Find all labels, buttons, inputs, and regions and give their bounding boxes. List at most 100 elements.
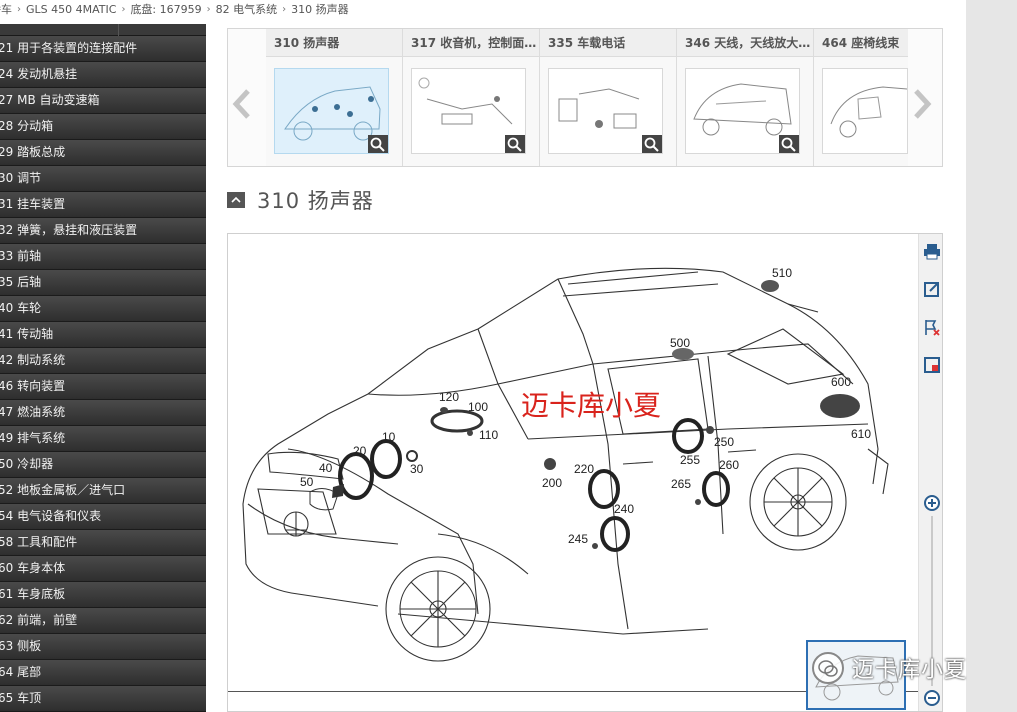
section-title: 310 扬声器 [257,189,374,213]
diagram-carousel: 310 扬声器 317 收音机，控制面… 335 车载电话 346 天线，天线放… [227,28,943,167]
callout-label[interactable]: 600 [831,375,851,389]
callout-label[interactable]: 500 [670,336,690,350]
carousel-thumb[interactable]: 335 车载电话 [540,29,677,166]
breadcrumb-current: 310 扬声器 [291,3,349,16]
sidebar-item[interactable]: 54 电气设备和仪表 [0,504,206,530]
sidebar-item[interactable]: 41 传动轴 [0,322,206,348]
sidebar-item[interactable]: 31 挂车装置 [0,192,206,218]
magnify-icon[interactable] [642,135,662,153]
chevron-right-icon: › [121,3,126,15]
callout-label[interactable]: 110 [479,428,498,442]
wechat-logo-icon [812,652,844,684]
vehicle-outline [242,267,889,662]
sidebar-item[interactable]: 30 调节 [0,166,206,192]
breadcrumb-item[interactable]: 底盘: 167959 [130,1,201,17]
callout-label[interactable]: 260 [719,458,739,472]
sidebar-header [0,24,206,36]
sidebar-item[interactable]: 61 车身底板 [0,582,206,608]
breadcrumb-item[interactable]: GLS 450 4MATIC [26,3,116,16]
watermark-text: 迈卡库小夏 [521,389,661,422]
thumb-image[interactable] [822,68,908,154]
sidebar-item[interactable]: 28 分动箱 [0,114,206,140]
callout-label[interactable]: 255 [680,453,700,467]
page-scroll-strip[interactable] [966,0,1017,712]
sidebar-item[interactable]: 49 排气系统 [0,426,206,452]
thumb-title: 464 座椅线束 [814,29,908,57]
sidebar-item[interactable]: 65 车顶 [0,686,206,712]
sidebar-item[interactable]: 21 用于各装置的连接配件 [0,36,206,62]
sidebar-item[interactable]: 33 前轴 [0,244,206,270]
thumb-title: 335 车载电话 [540,29,676,57]
thumb-image[interactable] [274,68,389,154]
thumb-image[interactable] [685,68,800,154]
wechat-watermark: 迈卡库小夏 [812,648,967,688]
callout-label[interactable]: 510 [772,266,792,280]
thumb-title: 346 天线，天线放大… [677,29,813,57]
carousel-thumb[interactable]: 317 收音机，控制面… [403,29,540,166]
thumb-image[interactable] [411,68,526,154]
sidebar-item[interactable]: 27 MB 自动变速箱 [0,88,206,114]
callout-label[interactable]: 265 [671,477,691,491]
watermark-label: 迈卡库小夏 [852,658,968,683]
zoom-out-icon[interactable] [923,689,941,707]
sidebar-item[interactable]: 60 车身本体 [0,556,206,582]
print-icon[interactable] [923,242,941,260]
callout-label[interactable]: 100 [468,400,488,414]
callout-label[interactable]: 240 [614,502,634,516]
chevron-right-icon: › [282,3,287,15]
callout-label[interactable]: 30 [410,462,424,476]
callout-label[interactable]: 40 [319,461,333,475]
sidebar-item[interactable]: 42 制动系统 [0,348,206,374]
breadcrumb-item[interactable]: 82 电气系统 [216,1,278,17]
thumb-image[interactable] [548,68,663,154]
sidebar-item[interactable]: 63 侧板 [0,634,206,660]
callout-label[interactable]: 20 [353,444,367,458]
chevron-right-icon: › [17,3,21,15]
callout-label[interactable]: 610 [851,427,871,441]
carousel-next-button[interactable] [908,87,934,121]
carousel-thumb[interactable]: 310 扬声器 [266,29,403,166]
zoom-in-icon[interactable] [923,494,941,512]
callout-label[interactable]: 50 [300,475,314,489]
sidebar-item[interactable]: 40 车轮 [0,296,206,322]
magnify-icon[interactable] [368,135,388,153]
thumb-title: 310 扬声器 [266,29,402,57]
callout-label[interactable]: 10 [382,430,396,444]
flag-remove-icon[interactable] [923,318,941,336]
magnify-icon[interactable] [505,135,525,153]
sidebar-item[interactable]: 24 发动机悬挂 [0,62,206,88]
thumb-drawing [830,86,908,138]
sidebar-list: 21 用于各装置的连接配件 24 发动机悬挂 27 MB 自动变速箱 28 分动… [0,36,206,712]
sidebar-item[interactable]: 32 弹簧，悬挂和液压装置 [0,218,206,244]
sidebar-item[interactable]: 47 燃油系统 [0,400,206,426]
carousel-thumb[interactable]: 346 天线，天线放大… [677,29,814,166]
sidebar-item[interactable]: 50 冷却器 [0,452,206,478]
sidebar-item[interactable]: 58 工具和配件 [0,530,206,556]
breadcrumb-item[interactable]: 轿车 [0,1,12,17]
chevron-left-icon [232,89,250,119]
sidebar-item[interactable]: 62 前端，前壁 [0,608,206,634]
chevron-right-icon: › [206,3,211,15]
sidebar-item[interactable]: 52 地板金属板／进气口 [0,478,206,504]
open-window-icon[interactable] [923,280,941,298]
magnify-icon[interactable] [779,135,799,153]
carousel-prev-button[interactable] [230,87,256,121]
sidebar-item[interactable]: 64 尾部 [0,660,206,686]
sidebar-item[interactable]: 29 踏板总成 [0,140,206,166]
sidebar-item[interactable]: 35 后轴 [0,270,206,296]
sidebar-nav: 21 用于各装置的连接配件 24 发动机悬挂 27 MB 自动变速箱 28 分动… [0,24,206,712]
sidebar-item[interactable]: 46 转向装置 [0,374,206,400]
section-header: 310 扬声器 [227,186,374,214]
export-icon[interactable] [923,356,941,374]
callout-label[interactable]: 120 [439,390,459,404]
callout-label[interactable]: 220 [574,462,594,476]
callout-label[interactable]: 200 [542,476,562,490]
callout-label[interactable]: 245 [568,532,588,546]
viewer-toolbar [918,234,942,711]
collapse-icon[interactable] [227,192,245,208]
callout-label[interactable]: 250 [714,435,734,449]
chevron-right-icon [914,89,932,119]
breadcrumb: 轿车 › GLS 450 4MATIC › 底盘: 167959 › 82 电气… [0,0,960,18]
carousel-thumb[interactable]: 464 座椅线束 [814,29,908,166]
thumb-title: 317 收音机，控制面… [403,29,539,57]
